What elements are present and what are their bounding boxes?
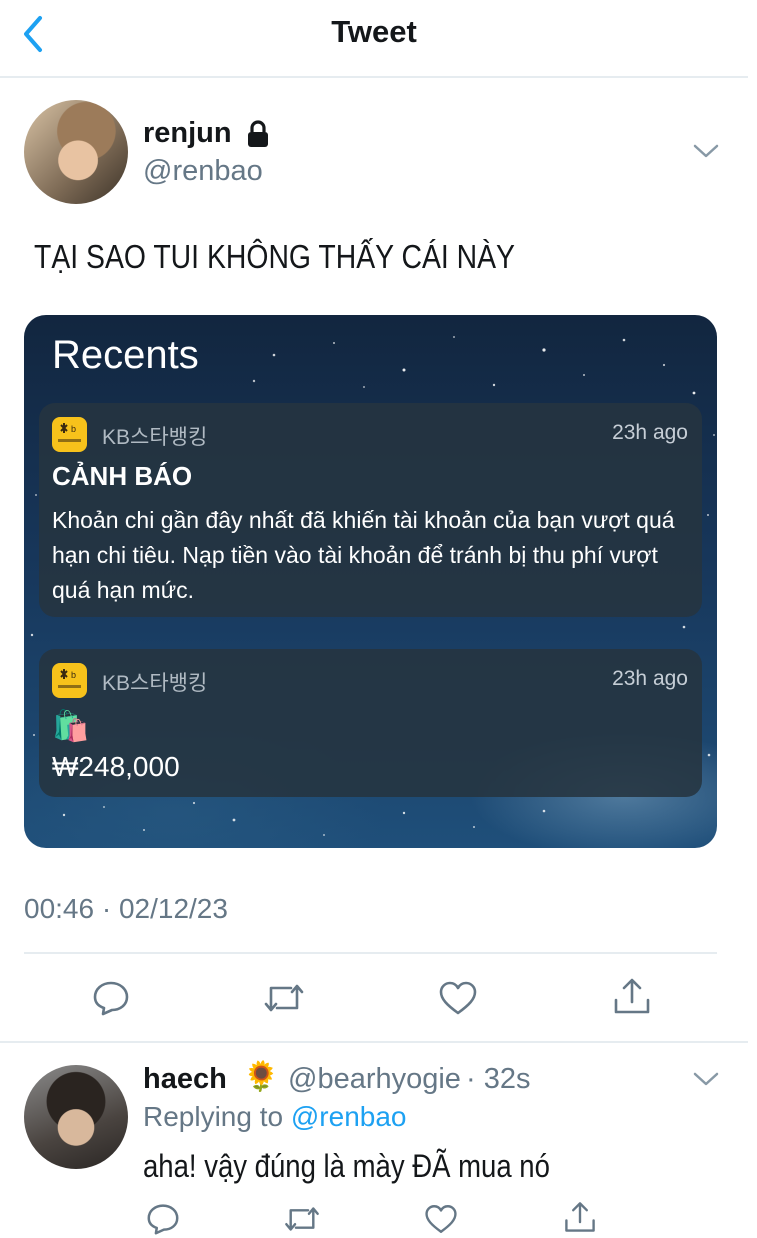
chevron-down-icon[interactable] xyxy=(692,1070,720,1088)
avatar[interactable] xyxy=(24,1065,128,1169)
chevron-down-icon[interactable] xyxy=(692,142,720,160)
reply-author-name[interactable]: haech xyxy=(143,1063,227,1096)
reply-time: · 32s xyxy=(466,1063,531,1095)
avatar[interactable] xyxy=(24,100,128,204)
shopping-bags-emoji: 🛍️ xyxy=(52,710,90,743)
kb-bank-app-icon: b xyxy=(52,417,87,452)
app-name: KB스타뱅킹 xyxy=(102,672,208,695)
reply-text: aha! vậy đúng là mày ĐÃ mua nó xyxy=(143,1148,550,1184)
tweet-timestamp: 00:46 · 02/12/23 xyxy=(24,893,228,924)
replying-to-handle-link[interactable]: @renbao xyxy=(291,1101,407,1132)
divider xyxy=(0,1041,748,1043)
replying-to-label: Replying to xyxy=(143,1101,284,1132)
notification-title: CẢNH BÁO xyxy=(52,461,193,491)
notification-time: 23h ago xyxy=(612,667,688,690)
notification-body: Khoản chi gần đây nhất đã khiến tài khoả… xyxy=(52,507,675,603)
widget-heading: Recents xyxy=(52,333,199,377)
app-name: KB스타뱅킹 xyxy=(102,426,208,449)
notification-time: 23h ago xyxy=(612,421,688,444)
page-title: Tweet xyxy=(331,14,417,49)
replying-to: Replying to @renbao xyxy=(143,1101,406,1133)
like-icon[interactable] xyxy=(438,980,478,1016)
reply-icon[interactable] xyxy=(146,1203,180,1235)
author-name[interactable]: renjun xyxy=(143,117,232,150)
like-icon[interactable] xyxy=(424,1203,458,1235)
tweet-text: TẠI SAO TUI KHÔNG THẤY CÁI NÀY xyxy=(34,238,515,275)
notification-card[interactable]: b KB스타뱅킹 23h ago CẢNH BÁO Khoản chi gần … xyxy=(39,403,702,617)
reply-icon[interactable] xyxy=(92,980,130,1016)
retweet-icon[interactable] xyxy=(261,980,307,1016)
share-icon[interactable] xyxy=(612,976,652,1016)
share-icon[interactable] xyxy=(563,1200,597,1234)
svg-text:b: b xyxy=(71,670,76,680)
notification-card[interactable]: b KB스타뱅킹 23h ago 🛍️ ₩248,000 xyxy=(39,649,702,797)
lock-icon xyxy=(248,120,268,147)
author-handle[interactable]: @renbao xyxy=(143,155,263,188)
top-bar: Tweet xyxy=(0,0,748,78)
retweet-icon[interactable] xyxy=(282,1203,322,1235)
transaction-amount: ₩248,000 xyxy=(52,751,180,782)
tweet-image[interactable]: Recents b KB스타뱅킹 23h ago CẢNH BÁO Khoản … xyxy=(24,315,717,848)
svg-text:b: b xyxy=(71,424,76,434)
kb-bank-app-icon: b xyxy=(52,663,87,698)
divider xyxy=(24,952,717,954)
reply-author-handle[interactable]: @bearhyogie xyxy=(288,1063,461,1096)
sunflower-emoji: 🌻 xyxy=(243,1061,280,1093)
